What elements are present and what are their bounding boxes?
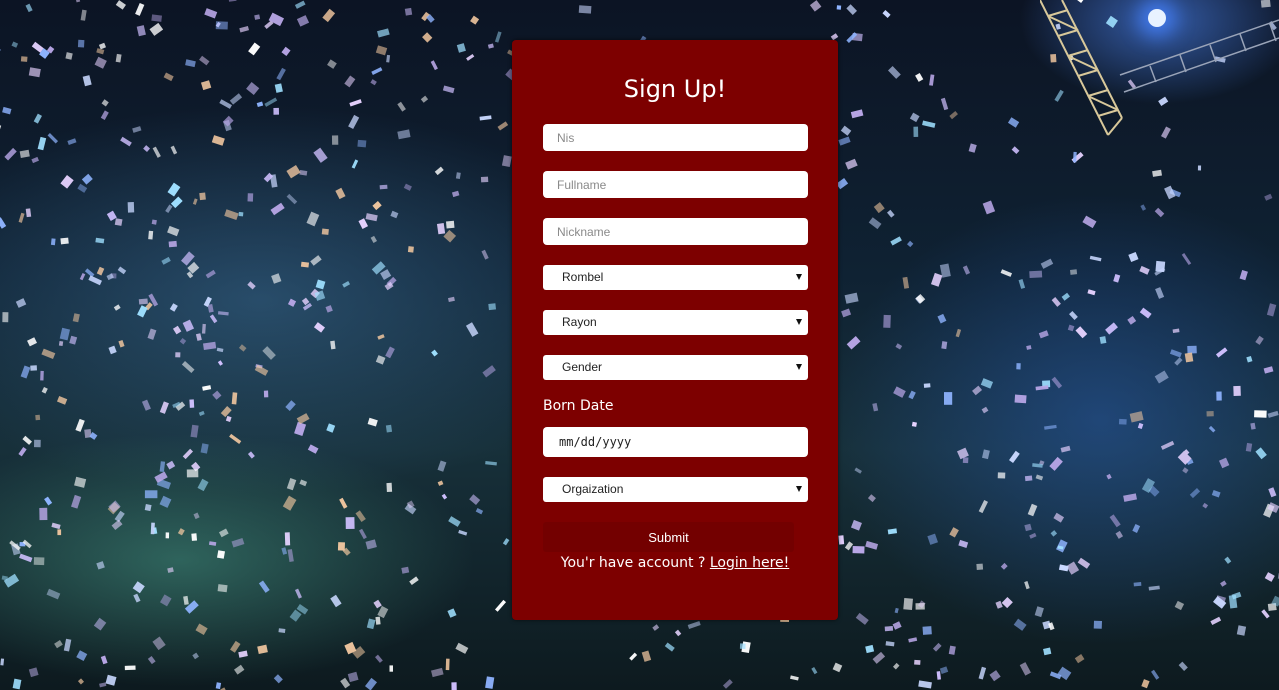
rayon-select[interactable]: Rayon <box>543 310 808 335</box>
login-link[interactable]: Login here! <box>710 555 789 571</box>
rombel-select[interactable]: Rombel <box>543 265 808 290</box>
submit-button[interactable]: Submit <box>543 522 794 552</box>
born-date-value: mm/dd/yyyy <box>559 435 632 449</box>
nis-field <box>543 124 808 151</box>
signup-card: Sign Up! Rombel Rayon Gender Born Date m… <box>512 40 838 620</box>
fullname-input[interactable] <box>543 171 808 198</box>
gender-selected-value: Gender <box>562 360 603 374</box>
born-date-label: Born Date <box>543 398 614 414</box>
stage-spotlight <box>1148 9 1166 27</box>
gender-select[interactable]: Gender <box>543 355 808 380</box>
chevron-down-icon <box>796 364 802 370</box>
signup-title: Sign Up! <box>623 75 727 103</box>
nickname-field <box>543 218 808 245</box>
nickname-input[interactable] <box>543 218 808 245</box>
rombel-selected-value: Rombel <box>562 270 604 284</box>
chevron-down-icon <box>796 274 802 280</box>
login-prompt: You'r have account ? Login here! <box>512 554 838 572</box>
organization-selected-value: Orgaization <box>562 482 624 496</box>
login-prompt-text: You'r have account ? <box>560 555 706 571</box>
chevron-down-icon <box>796 486 802 492</box>
nis-input[interactable] <box>543 124 808 151</box>
born-date-input[interactable]: mm/dd/yyyy <box>543 427 808 457</box>
organization-select[interactable]: Orgaization <box>543 477 808 502</box>
fullname-field <box>543 171 808 198</box>
rayon-selected-value: Rayon <box>562 315 597 329</box>
chevron-down-icon <box>796 319 802 325</box>
